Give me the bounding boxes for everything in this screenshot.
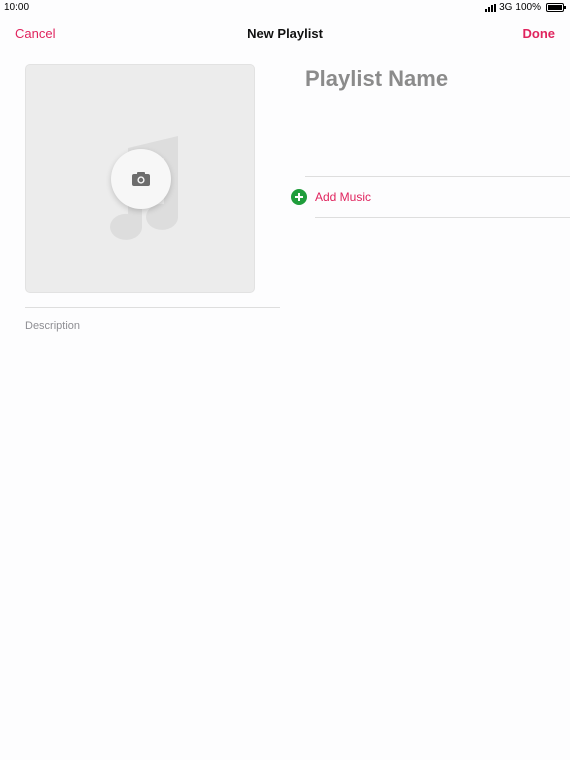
network-type: 3G	[499, 2, 513, 13]
description-divider	[25, 307, 280, 308]
status-bar: 10:00 3G 100%	[0, 0, 570, 16]
playlist-artwork[interactable]	[25, 64, 255, 293]
plus-circle-icon	[291, 189, 307, 205]
add-photo-button[interactable]	[111, 149, 171, 209]
status-indicators: 3G 100%	[485, 2, 566, 13]
add-music-label: Add Music	[315, 190, 372, 204]
add-music-button[interactable]: Add Music	[291, 189, 371, 205]
camera-icon	[132, 172, 150, 186]
name-divider	[305, 176, 570, 177]
signal-icon	[485, 3, 497, 12]
battery-percent: 100%	[515, 2, 541, 13]
navigation-bar: Cancel New Playlist Done	[0, 16, 570, 50]
description-field[interactable]: Description	[25, 320, 80, 332]
add-music-divider	[315, 217, 570, 218]
page-title: New Playlist	[247, 26, 323, 41]
status-time: 10:00	[4, 2, 30, 13]
done-button[interactable]: Done	[523, 26, 556, 41]
playlist-name-field[interactable]: Playlist Name	[305, 66, 448, 92]
battery-icon	[546, 3, 566, 12]
